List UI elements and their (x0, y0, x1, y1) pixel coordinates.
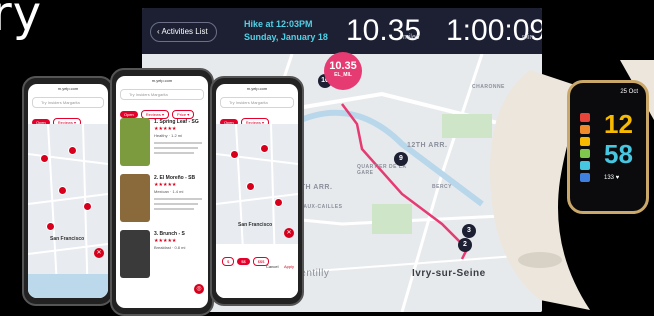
heart-rate: 133 ♥ (604, 175, 620, 181)
map-marker[interactable] (40, 154, 49, 163)
restaurant-photo (120, 174, 150, 222)
duration-value: 1:00:09 (446, 14, 542, 47)
route-marker[interactable]: 9 (394, 152, 408, 166)
price-filter-chips: $ $$ $$$ (222, 250, 272, 268)
result-title[interactable]: 2. El Moreño - SB (154, 175, 195, 181)
heart-zone-bar (580, 173, 590, 182)
url-bar: m.yelp.com (246, 86, 268, 91)
watch-minutes: 58 (604, 139, 633, 169)
close-icon[interactable]: ✕ (94, 248, 104, 258)
price-chip[interactable]: $ (222, 257, 235, 266)
filter-chips: OpenReviews ▾Price ▾ (220, 111, 294, 145)
list-item[interactable]: 3. Brunch - S ★★★★★ Breakfast · 0.8 mi (120, 228, 204, 282)
results-map[interactable]: San Francisco ✕ $ $$ $$$ Cancel Apply (216, 124, 298, 298)
map-marker[interactable] (230, 150, 239, 159)
watch-date: 25 Oct (620, 89, 638, 95)
list-item[interactable]: 1. Spring Leaf - SG ★★★★★ Healthy · 1.2 … (120, 116, 204, 170)
back-button-label: Activities List (161, 27, 208, 36)
map-marker[interactable] (68, 146, 77, 155)
rating-stars: ★★★★★ (154, 182, 177, 188)
pace-badge-label: EL_MIL (334, 72, 352, 78)
duration-unit: min (522, 34, 534, 41)
phone-map-view: m.yelp.com Try Insiders Margarita Open Re… (22, 76, 114, 306)
result-meta: Breakfast · 0.8 mi (154, 245, 186, 250)
map-marker[interactable] (58, 186, 67, 195)
search-input[interactable]: Try Insiders Margarita (220, 97, 294, 108)
city-label: San Francisco (50, 236, 85, 242)
map-streets (216, 124, 298, 298)
fitness-tracker-screen[interactable]: 25 Oct 12 58 133 ♥ (567, 80, 649, 214)
heart-zone-bar (580, 161, 590, 170)
rating-stars: ★★★★★ (154, 238, 177, 244)
results-map[interactable]: San Francisco ✕ (28, 124, 108, 298)
restaurant-photo (120, 230, 150, 278)
map-marker[interactable] (260, 144, 269, 153)
rating-stars: ★★★★★ (154, 126, 177, 132)
phone-filter-view: m.yelp.com Try Insiders Margarita Open Re… (210, 76, 304, 306)
distance-value: 10.35 (346, 14, 422, 47)
phone-screen: m.yelp.com Try Insiders Margarita Open Re… (28, 84, 108, 298)
watch-hours: 12 (604, 109, 633, 139)
map-marker[interactable] (246, 182, 255, 191)
activity-date: Sunday, January 18 (244, 32, 328, 42)
phone-list-view: m.yelp.com Try Insiders Margarita Open Re… (110, 68, 214, 316)
distance-unit: miles (403, 34, 420, 41)
map-marker[interactable] (83, 202, 92, 211)
result-title[interactable]: 3. Brunch - S (154, 231, 185, 237)
restaurant-photo (120, 118, 150, 166)
close-icon[interactable]: ✕ (284, 228, 294, 238)
search-input[interactable]: Try Insiders Margarita (32, 97, 104, 108)
filter-chips: OpenReviews ▾Price ▾ (32, 111, 104, 145)
activities-list-button[interactable]: ‹ Activities List (150, 22, 217, 42)
search-input[interactable]: Try Insiders Margarita (120, 89, 204, 100)
filter-chips: OpenReviews ▾Price ▾ (120, 103, 204, 119)
result-meta: Healthy · 1.2 mi (154, 133, 183, 138)
map-label-quartier: QUARTIER DE LA GARE (357, 164, 407, 176)
cancel-button[interactable]: Cancel (266, 264, 278, 269)
phone-screen: m.yelp.com Try Insiders Margarita Open Re… (116, 76, 208, 308)
snippet-line (154, 142, 202, 144)
activity-header: ‹ Activities List Hike at 12:03PM Sunday… (142, 8, 542, 54)
pace-badge-value: 10.35 (329, 60, 357, 72)
snippet-line (154, 147, 198, 149)
url-bar: m.yelp.com (57, 86, 79, 91)
result-title[interactable]: 1. Spring Leaf - SG (154, 119, 199, 125)
snippet-line (154, 203, 198, 205)
activity-title: Hike at 12:03PM (244, 19, 313, 29)
snippet-line (154, 198, 202, 200)
heart-zone-bar (580, 149, 590, 158)
map-marker[interactable] (274, 198, 283, 207)
headline-text: ry (0, 0, 43, 42)
price-chip[interactable]: $$ (237, 258, 250, 265)
url-bar: m.yelp.com (151, 78, 173, 83)
pace-badge: 10.35 EL_MIL (324, 52, 362, 90)
map-label-bercy: BERCY (432, 184, 453, 190)
phone-screen: m.yelp.com Try Insiders Margarita Open Re… (216, 84, 298, 298)
heart-zone-bar (580, 137, 590, 146)
list-item[interactable]: 2. El Moreño - SB ★★★★★ Mexican · 1.4 mi (120, 172, 204, 226)
heart-zone-bar (580, 125, 590, 134)
snippet-line (154, 152, 194, 154)
result-meta: Mexican · 1.4 mi (154, 189, 184, 194)
map-marker[interactable] (46, 222, 55, 231)
apply-button[interactable]: Apply (284, 264, 294, 269)
city-label: San Francisco (238, 222, 273, 228)
map-label-12th: 12TH ARR. (407, 142, 448, 149)
map-toggle-icon[interactable]: ◎ (194, 284, 204, 294)
heart-zone-bar (580, 113, 590, 122)
snippet-line (154, 208, 194, 210)
